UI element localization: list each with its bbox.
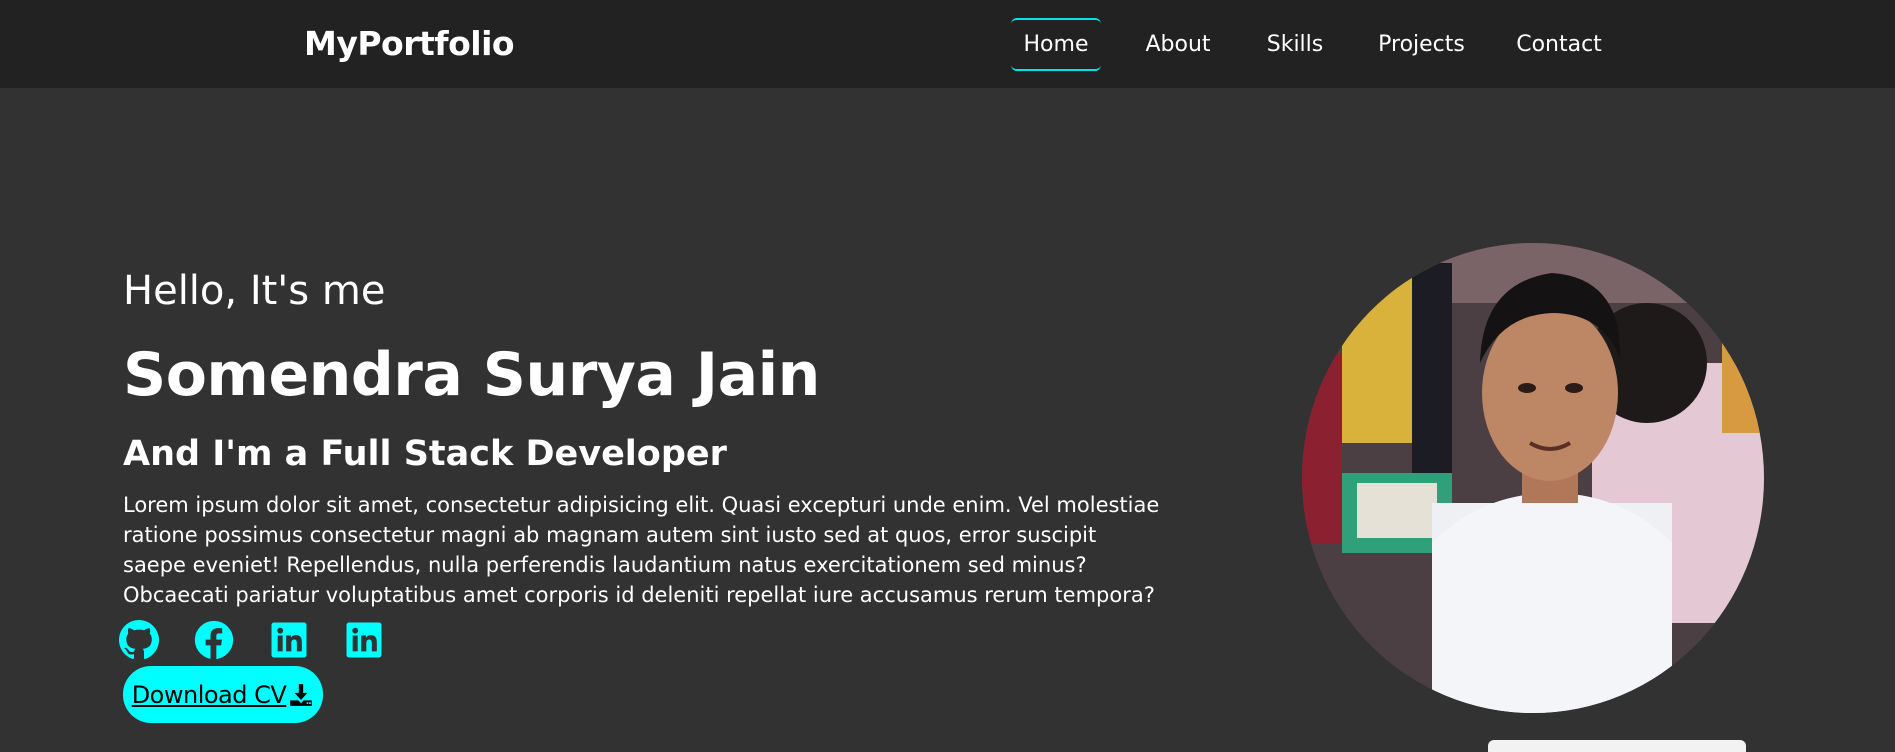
nav-link-skills[interactable]: Skills <box>1262 18 1328 71</box>
navbar: MyPortfolio Home About Skills Projects C… <box>0 0 1895 88</box>
brand-logo[interactable]: MyPortfolio <box>304 24 515 63</box>
facebook-link[interactable] <box>194 620 234 660</box>
facebook-icon <box>194 620 234 660</box>
download-icon <box>288 682 314 708</box>
nav-link-about[interactable]: About <box>1136 18 1220 71</box>
nav-link-projects[interactable]: Projects <box>1373 18 1470 71</box>
github-link[interactable] <box>119 620 159 660</box>
linkedin-icon <box>344 620 384 660</box>
github-icon <box>119 620 159 660</box>
download-cv-label: Download CV <box>131 680 287 709</box>
profile-photo <box>1302 243 1764 713</box>
linkedin-link-2[interactable] <box>344 620 384 660</box>
linkedin-icon <box>269 620 309 660</box>
nav-link-home[interactable]: Home <box>1011 18 1101 71</box>
nav-link-contact[interactable]: Contact <box>1512 18 1606 71</box>
hero-bio: Lorem ipsum dolor sit amet, consectetur … <box>123 493 1160 607</box>
card-edge <box>1488 740 1746 752</box>
greeting-text: Hello, It's me <box>123 268 386 314</box>
hero-role: And I'm a Full Stack Developer <box>123 434 727 474</box>
download-cv-button[interactable]: Download CV <box>123 666 323 723</box>
linkedin-link-1[interactable] <box>269 620 309 660</box>
hero-name: Somendra Surya Jain <box>123 340 820 410</box>
